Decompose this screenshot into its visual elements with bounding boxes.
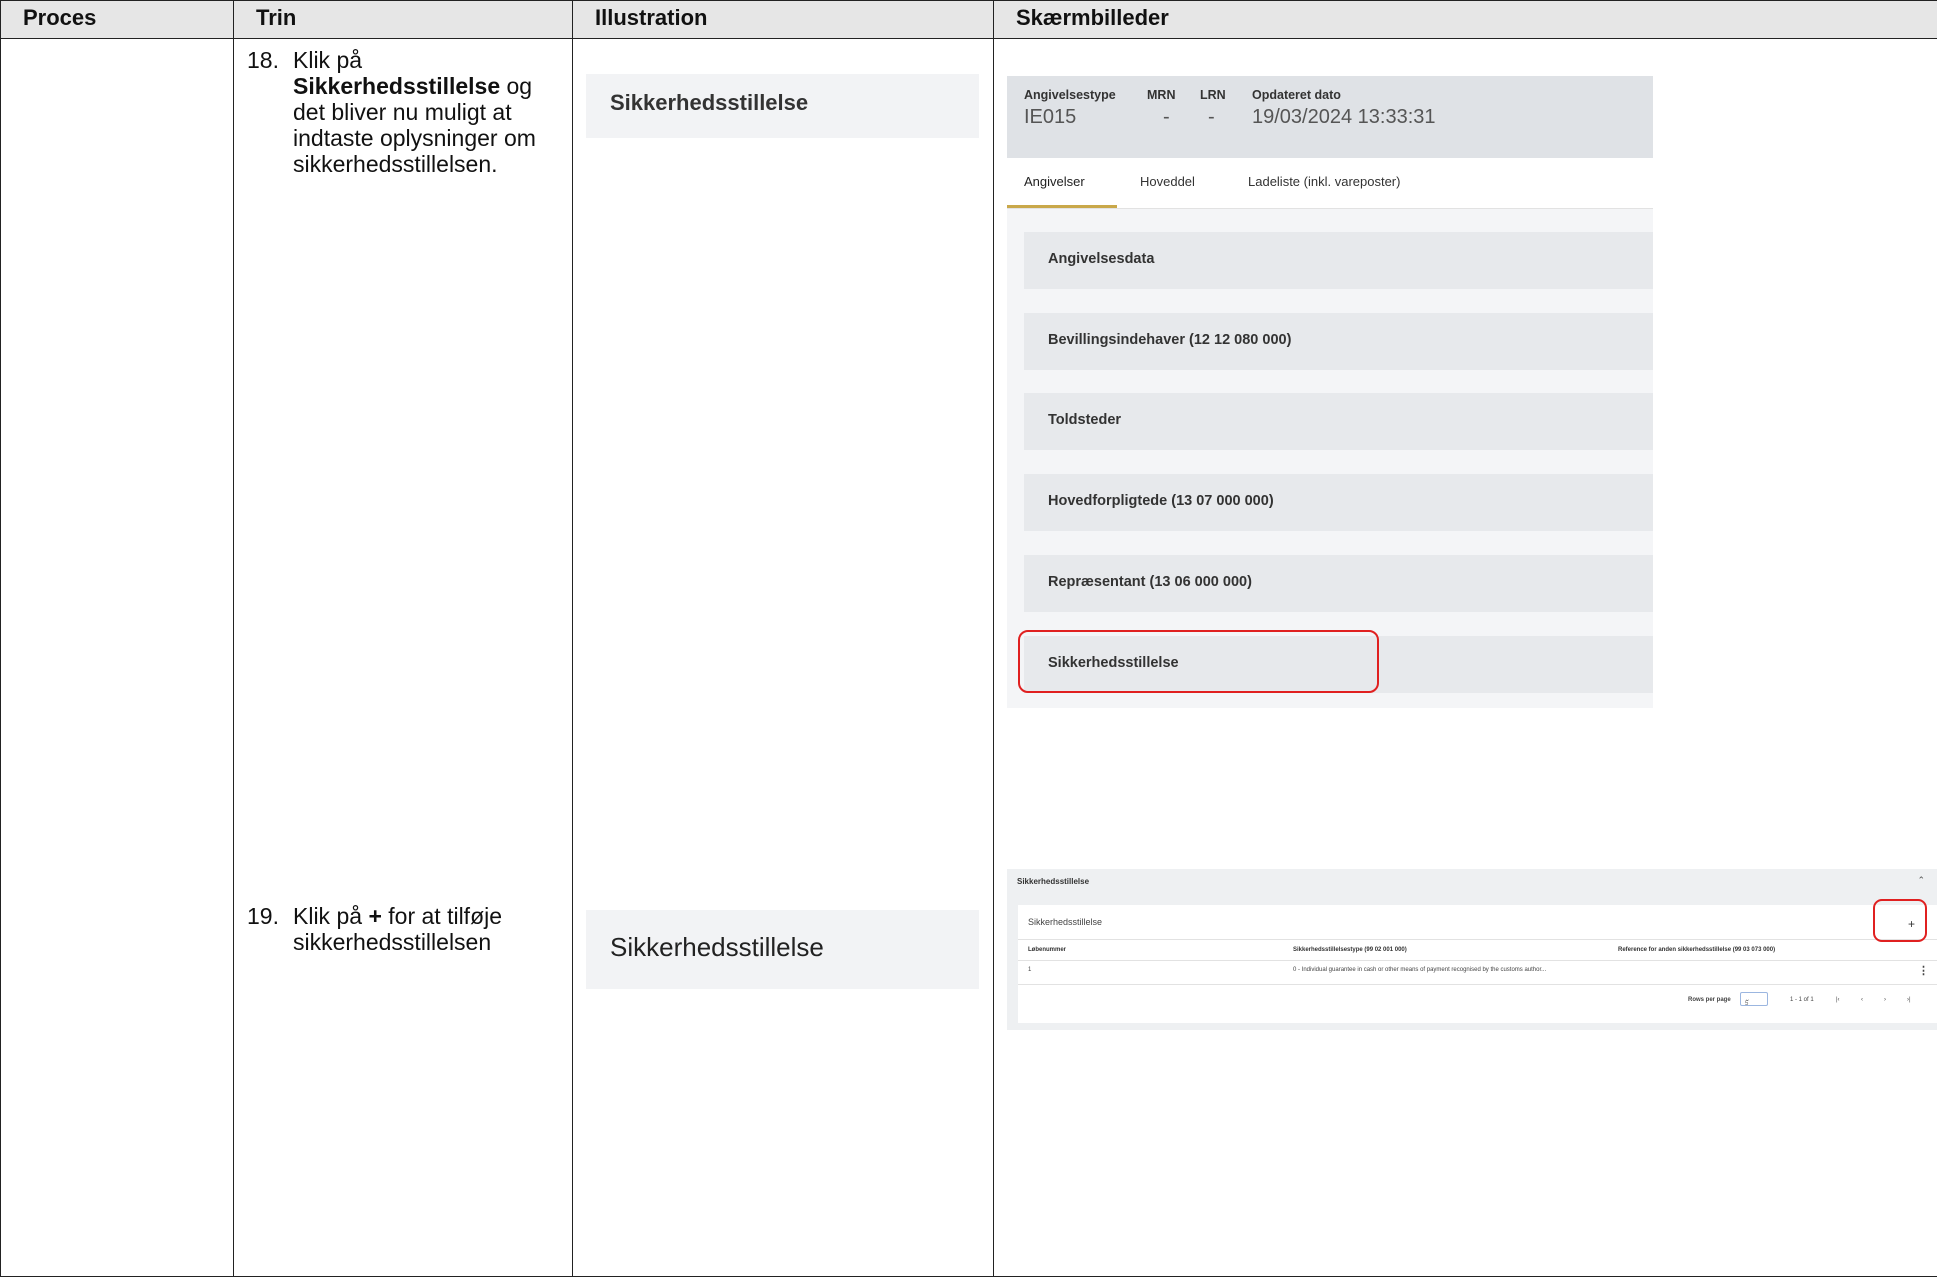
rows-per-page-label: Rows per page	[1688, 997, 1731, 1003]
section-bevillingsindehaver[interactable]: Bevillingsindehaver (12 12 080 000)	[1024, 313, 1653, 370]
header-col-updated: Opdateret dato 19/03/2024 13:33:31	[1252, 88, 1436, 128]
illustration-sikkerhedsstillelse-1: Sikkerhedsstillelse	[586, 74, 979, 138]
section-toldsteder[interactable]: Toldsteder	[1024, 393, 1653, 450]
step-bold: Sikkerhedsstillelse	[293, 73, 501, 99]
step-text: Klik på	[293, 47, 363, 73]
next-page-icon[interactable]: ›	[1884, 997, 1886, 1003]
guarantee-panel-title: Sikkerhedsstillelse	[1028, 917, 1103, 927]
header-proces: Proces	[0, 0, 234, 39]
column-header: Sikkerhedsstillelsestype (99 02 001 000)	[1293, 947, 1407, 953]
rows-per-page-select[interactable]: 5 ⌄	[1740, 992, 1768, 1007]
pagination-range: 1 - 1 of 1	[1790, 997, 1814, 1003]
guarantee-panel: Sikkerhedsstillelse + Løbenummer Sikkerh…	[1018, 905, 1937, 1023]
first-page-icon[interactable]: |‹	[1836, 997, 1840, 1003]
declaration-header: Angivelsestype IE015 MRN - LRN - Opdater…	[1007, 76, 1653, 158]
guarantee-section-title: Sikkerhedsstillelse	[1017, 877, 1090, 886]
header-trin: Trin	[233, 0, 573, 39]
guarantee-table-header: Løbenummer Sikkerhedsstillelsestype (99 …	[1018, 939, 1937, 961]
screenshot-guarantee: Sikkerhedsstillelse ⌃ Sikkerhedsstillels…	[1007, 869, 1937, 1030]
chevron-up-icon[interactable]: ⌃	[1917, 875, 1925, 886]
column-header: Løbenummer	[1028, 947, 1067, 953]
highlight-sikkerhedsstillelse	[1018, 630, 1379, 693]
section-repraesentant[interactable]: Repræsentant (13 06 000 000)	[1024, 555, 1653, 612]
tab-ladeliste[interactable]: Ladeliste (inkl. vareposter)	[1248, 174, 1400, 189]
last-page-icon[interactable]: ›|	[1907, 997, 1911, 1003]
header-col-lrn: LRN -	[1200, 88, 1226, 128]
screenshot-declaration: Angivelsestype IE015 MRN - LRN - Opdater…	[1007, 76, 1653, 708]
active-tab-indicator	[1007, 205, 1117, 208]
table-row[interactable]: 1 0 - Individual guarantee in cash or ot…	[1018, 960, 1937, 985]
tab-hoveddel[interactable]: Hoveddel	[1140, 174, 1195, 189]
step-number: 19.	[247, 903, 279, 929]
step-bold: +	[368, 903, 382, 929]
illustration-sikkerhedsstillelse-2: Sikkerhedsstillelse	[586, 910, 979, 989]
illustration-cell	[572, 38, 994, 1277]
more-vertical-icon[interactable]: ⋮	[1918, 964, 1929, 977]
column-header: Reference for anden sikkerhedsstillelse …	[1618, 947, 1776, 953]
previous-page-icon[interactable]: ‹	[1861, 997, 1863, 1003]
section-angivelsesdata[interactable]: Angivelsesdata	[1024, 232, 1653, 289]
proces-cell	[0, 38, 234, 1277]
header-skaermbilleder: Skærmbilleder	[993, 0, 1937, 39]
tab-angivelser[interactable]: Angivelser	[1024, 174, 1085, 189]
step-18: 18. Klik på Sikkerhedsstillelse og det b…	[247, 47, 567, 177]
section-hovedforpligtede[interactable]: Hovedforpligtede (13 07 000 000)	[1024, 474, 1653, 531]
header-illustration: Illustration	[572, 0, 994, 39]
highlight-add-button	[1873, 899, 1927, 942]
row-number: 1	[1028, 967, 1032, 973]
declaration-tabs: Angivelser Hoveddel Ladeliste (inkl. var…	[1007, 158, 1653, 209]
step-number: 18.	[247, 47, 279, 73]
step-text: Klik på	[293, 903, 363, 929]
header-col-type: Angivelsestype IE015	[1024, 88, 1116, 128]
trin-cell: 18. Klik på Sikkerhedsstillelse og det b…	[233, 38, 573, 1277]
step-19: 19. Klik på + for at tilføje sikkerhedss…	[247, 903, 567, 955]
header-col-mrn: MRN -	[1147, 88, 1176, 128]
row-type: 0 - Individual guarantee in cash or othe…	[1293, 967, 1547, 973]
pagination: Rows per page 5 ⌄ 1 - 1 of 1 |‹ ‹ › ›|	[1018, 989, 1937, 1011]
